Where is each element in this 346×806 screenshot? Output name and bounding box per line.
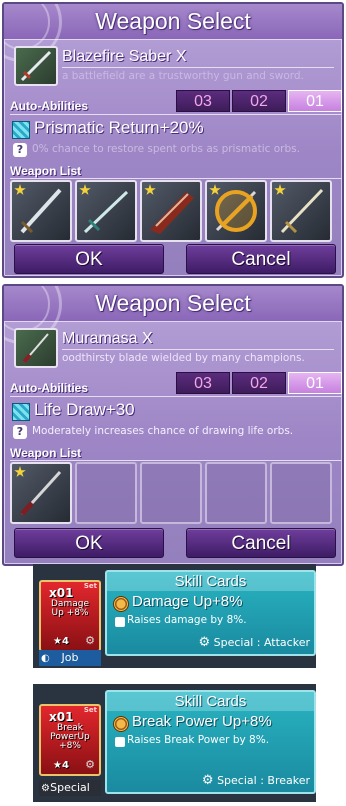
- slot-tab-03[interactable]: 03: [176, 90, 230, 112]
- selected-weapon-thumbnail: [14, 328, 58, 368]
- gear-icon: ⚙: [85, 758, 95, 771]
- skill-description: Raises Break Power by 8%.: [127, 734, 270, 746]
- card-type-tag: ◐ Job: [39, 650, 101, 666]
- gear-icon: ⚙: [85, 634, 95, 647]
- divider: [10, 396, 342, 397]
- sword-icon: [280, 188, 324, 234]
- info-icon: [115, 737, 125, 747]
- job-icon: ◐: [41, 653, 50, 664]
- skill-name: Break Power Up+8%: [132, 713, 272, 730]
- help-icon[interactable]: ?: [13, 425, 27, 439]
- card-rarity: ★4: [53, 760, 69, 771]
- weapon-select-panel: Weapon Select Blazefire Saber X a battle…: [2, 2, 344, 278]
- weapon-slot-1[interactable]: [10, 180, 72, 242]
- slot-tab-03[interactable]: 03: [176, 372, 230, 394]
- weapon-select-panel: Weapon Select Muramasa X oodthirsty blad…: [2, 284, 344, 566]
- sword-icon: [83, 190, 129, 234]
- gear-icon: ⚙: [198, 635, 211, 650]
- selected-weapon-thumbnail: [14, 46, 58, 86]
- info-icon: [115, 617, 125, 627]
- ability-name: Prismatic Return+20%: [34, 118, 204, 137]
- weapon-description: a battlefield are a trustworthy gun and …: [62, 70, 304, 82]
- special-label: ⚙ Special : Breaker: [202, 773, 310, 788]
- special-text: Special : Attacker: [213, 636, 310, 649]
- equipped-marker-icon: [215, 190, 257, 232]
- skill-card-art[interactable]: Set x01 Damage Up +8% ★4 ⚙: [39, 580, 101, 652]
- skill-name: Damage Up+8%: [132, 593, 243, 610]
- ability-description: 0% chance to restore spent orbs as prism…: [32, 143, 300, 155]
- page-title: Weapon Select: [95, 290, 251, 316]
- set-tag: Set: [83, 582, 97, 590]
- ability-slot-tabs: 03 02 01: [176, 90, 342, 112]
- weapon-slot-3-empty[interactable]: [140, 462, 202, 524]
- skill-card-entry: Set x01 Damage Up +8% ★4 ⚙ ◐ Job Skill C…: [33, 564, 316, 668]
- katana-icon: [22, 333, 49, 364]
- skill-cards-header: Skill Cards: [107, 692, 314, 711]
- auto-abilities-label: Auto-Abilities: [10, 99, 88, 113]
- slot-tab-02[interactable]: 02: [232, 372, 286, 394]
- weapon-slot-2-empty[interactable]: [75, 462, 137, 524]
- katana-icon: [20, 470, 62, 516]
- weapon-list-label: Weapon List: [10, 446, 82, 460]
- weapon-list: [10, 180, 332, 242]
- weapon-slot-2[interactable]: [75, 180, 137, 242]
- page-title: Weapon Select: [95, 8, 251, 34]
- sword-icon: [20, 188, 62, 234]
- ok-button[interactable]: OK: [14, 244, 164, 274]
- weapon-slot-5[interactable]: [270, 180, 332, 242]
- weapon-list-label: Weapon List: [10, 164, 82, 178]
- cancel-button[interactable]: Cancel: [186, 528, 336, 558]
- sword-icon: [20, 50, 52, 82]
- skill-cards-header: Skill Cards: [107, 572, 314, 591]
- panel-header: Weapon Select: [4, 286, 342, 344]
- weapon-slot-1[interactable]: [10, 462, 72, 524]
- skill-card-panel: Skill Cards Break Power Up+8% Raises Bre…: [105, 690, 316, 794]
- gunblade-icon: [150, 192, 194, 234]
- skill-card-entry: Set x01 Break PowerUp +8% ★4 ⚙ ⚙ Special…: [33, 684, 316, 802]
- divider: [10, 114, 342, 115]
- weapon-name: Blazefire Saber X: [62, 48, 334, 68]
- card-rarity: ★4: [53, 636, 69, 647]
- divider: [10, 178, 342, 179]
- gear-icon: ⚙: [201, 773, 214, 788]
- card-type-tag: ⚙ Special: [39, 780, 101, 796]
- divider: [10, 460, 342, 461]
- weapon-slot-4-empty[interactable]: [205, 462, 267, 524]
- cancel-button[interactable]: Cancel: [186, 244, 336, 274]
- auto-abilities-label: Auto-Abilities: [10, 381, 88, 395]
- weapon-list: [10, 462, 332, 524]
- skill-description: Raises damage by 8%.: [127, 614, 247, 626]
- card-overlay-text: Damage Up +8%: [51, 599, 89, 618]
- special-text: Special : Breaker: [217, 774, 310, 787]
- prismatic-ability-icon: [12, 121, 30, 139]
- card-count: x01: [49, 710, 74, 724]
- skill-card-panel: Skill Cards Damage Up+8% Raises damage b…: [105, 570, 316, 656]
- medal-icon: [113, 716, 129, 732]
- help-icon[interactable]: ?: [13, 143, 27, 157]
- ability-description: Moderately increases chance of drawing l…: [32, 425, 294, 437]
- ability-slot-tabs: 03 02 01: [176, 372, 342, 394]
- life-ability-icon: [12, 403, 30, 421]
- card-count: x01: [49, 586, 74, 600]
- weapon-slot-4-equipped[interactable]: [205, 180, 267, 242]
- panel-header: Weapon Select: [4, 4, 342, 62]
- medal-icon: [113, 596, 129, 612]
- slot-tab-01[interactable]: 01: [288, 90, 342, 112]
- ability-name: Life Draw+30: [34, 400, 135, 419]
- slot-tab-01[interactable]: 01: [288, 372, 342, 394]
- weapon-name: Muramasa X: [62, 330, 334, 350]
- card-type-label: Special: [50, 781, 90, 794]
- slot-tab-02[interactable]: 02: [232, 90, 286, 112]
- weapon-slot-3[interactable]: [140, 180, 202, 242]
- ok-button[interactable]: OK: [14, 528, 164, 558]
- card-overlay-text: Break PowerUp +8%: [50, 723, 90, 751]
- gear-icon: ⚙: [41, 783, 50, 794]
- weapon-description: oodthirsty blade wielded by many champio…: [62, 352, 305, 364]
- set-tag: Set: [83, 706, 97, 714]
- weapon-slot-5-empty[interactable]: [270, 462, 332, 524]
- special-label: ⚙ Special : Attacker: [198, 635, 310, 650]
- card-type-label: Job: [61, 651, 79, 664]
- skill-card-art[interactable]: Set x01 Break PowerUp +8% ★4 ⚙: [39, 704, 101, 776]
